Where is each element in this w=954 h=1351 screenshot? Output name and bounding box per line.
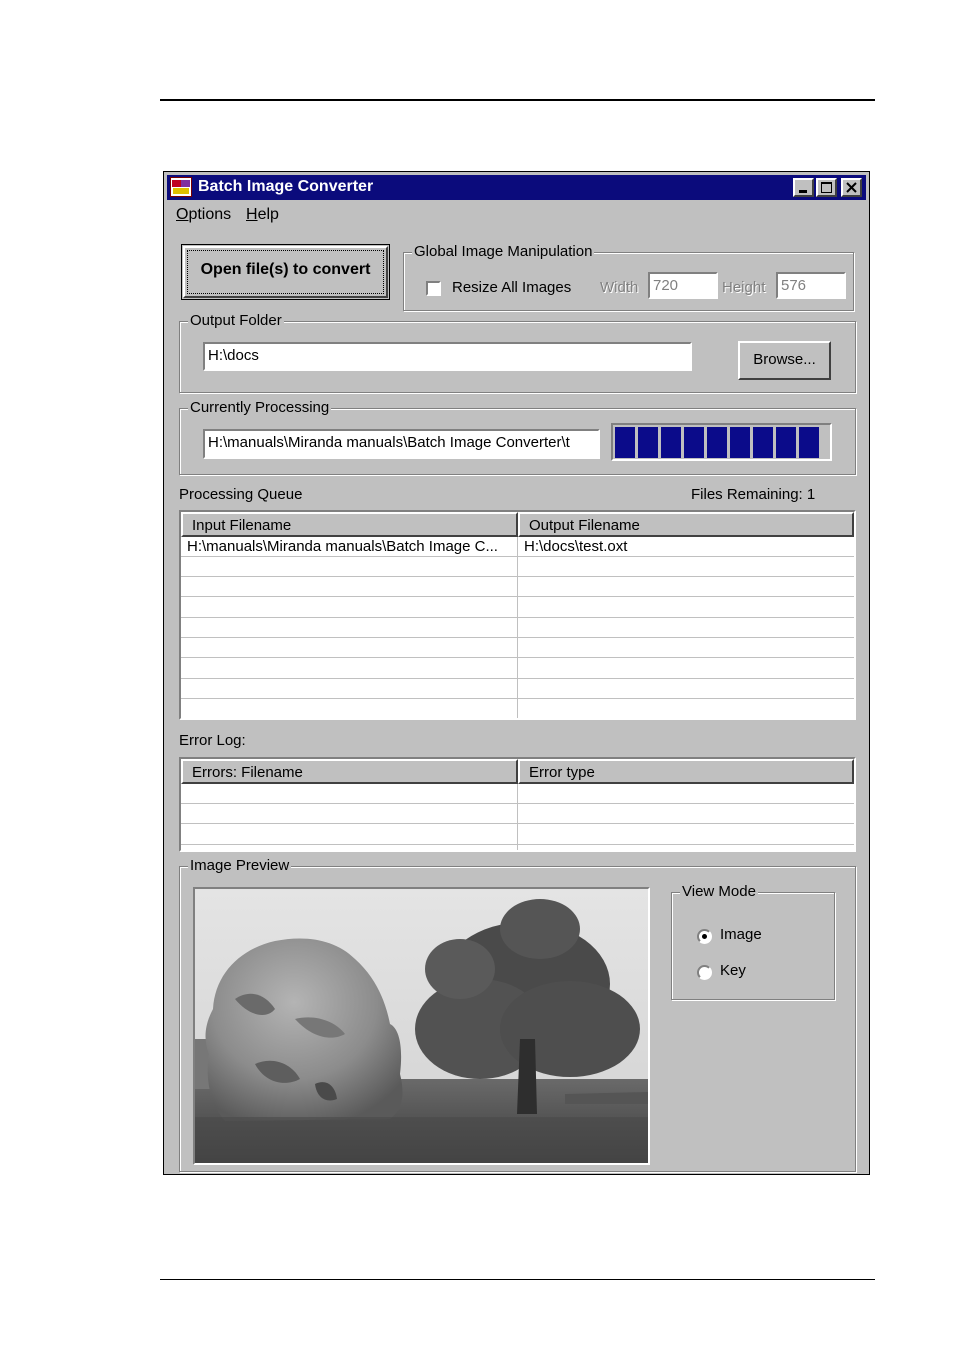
image-preview-legend: Image Preview xyxy=(188,857,292,874)
title-bar[interactable]: Batch Image Converter xyxy=(167,175,866,200)
progress-block xyxy=(615,427,635,458)
app-window: Batch Image Converter Options Help Open … xyxy=(163,171,870,1175)
queue-cell-output: H:\docs\test.oxt xyxy=(524,538,628,555)
close-icon[interactable] xyxy=(841,178,862,197)
processing-queue-label: Processing Queue xyxy=(179,486,303,503)
column-header-errors-filename[interactable]: Errors: Filename xyxy=(181,759,518,784)
preview-image xyxy=(193,887,650,1165)
view-mode-legend: View Mode xyxy=(680,883,758,900)
preview-photo-icon xyxy=(195,889,648,1163)
column-header-input-filename[interactable]: Input Filename xyxy=(181,512,518,537)
key-mode-label: Key xyxy=(720,962,746,979)
image-preview-group: Image Preview View Mode Image Key xyxy=(179,857,856,1172)
height-label: Height xyxy=(722,279,766,296)
progress-block xyxy=(776,427,796,458)
currently-processing-legend: Currently Processing xyxy=(188,399,332,416)
progress-block xyxy=(707,427,727,458)
progress-block xyxy=(753,427,773,458)
minimize-icon[interactable] xyxy=(793,178,814,197)
resize-label: Resize All Images xyxy=(452,279,572,296)
global-manipulation-legend: Global Image Manipulation xyxy=(412,243,595,260)
progress-block xyxy=(638,427,658,458)
column-header-output-filename[interactable]: Output Filename xyxy=(518,512,854,537)
processing-queue-table[interactable]: Input Filename Output Filename H:\manual… xyxy=(179,510,856,720)
global-manipulation-group: Global Image Manipulation Resize All Ima… xyxy=(403,243,854,311)
error-log-header: Errors: Filename Error type xyxy=(181,759,854,784)
footer-rule xyxy=(160,1279,875,1280)
image-mode-label: Image xyxy=(720,926,762,943)
view-mode-group: View Mode Image Key xyxy=(671,883,835,1000)
column-header-error-type[interactable]: Error type xyxy=(518,759,854,784)
menu-options[interactable]: Options xyxy=(176,206,231,224)
column-divider xyxy=(517,784,518,850)
progress-block xyxy=(661,427,681,458)
files-remaining-label: Files Remaining: 1 xyxy=(691,486,816,503)
header-rule xyxy=(160,99,875,101)
error-log-table[interactable]: Errors: Filename Error type xyxy=(179,757,856,852)
output-folder-legend: Output Folder xyxy=(188,312,284,329)
queue-header: Input Filename Output Filename xyxy=(181,512,854,537)
width-field[interactable]: 720 xyxy=(648,272,718,299)
window-title: Batch Image Converter xyxy=(198,178,374,195)
currently-processing-group: Currently Processing H:\manuals\Miranda … xyxy=(179,399,856,475)
open-files-button[interactable]: Open file(s) to convert xyxy=(181,244,390,300)
image-mode-radio[interactable] xyxy=(697,929,712,944)
column-divider xyxy=(517,537,518,718)
progress-bar xyxy=(611,423,832,461)
open-files-label: Open file(s) to convert xyxy=(200,261,371,278)
browse-button[interactable]: Browse... xyxy=(738,341,831,380)
app-icon xyxy=(170,177,192,197)
output-folder-group: Output Folder H:\docs Browse... xyxy=(179,312,856,393)
progress-block xyxy=(799,427,819,458)
height-field[interactable]: 576 xyxy=(776,272,846,299)
key-mode-radio[interactable] xyxy=(697,965,712,980)
output-folder-input[interactable]: H:\docs xyxy=(203,342,692,371)
error-log-label: Error Log: xyxy=(179,732,246,749)
progress-block xyxy=(684,427,704,458)
current-file-field: H:\manuals\Miranda manuals\Batch Image C… xyxy=(203,429,600,459)
width-label: Width xyxy=(600,279,639,296)
resize-checkbox[interactable] xyxy=(426,281,441,296)
menu-bar: Options Help xyxy=(167,202,866,228)
queue-cell-input: H:\manuals\Miranda manuals\Batch Image C… xyxy=(187,538,498,555)
maximize-icon[interactable] xyxy=(816,178,837,197)
menu-help[interactable]: Help xyxy=(246,206,279,224)
progress-block xyxy=(730,427,750,458)
